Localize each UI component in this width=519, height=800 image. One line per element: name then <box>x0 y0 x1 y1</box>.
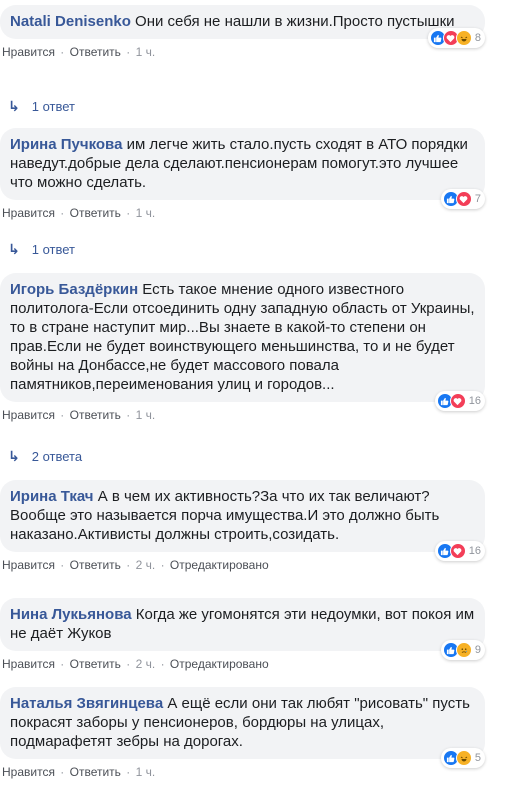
comment: Игорь Баздёркин Есть такое мнение одного… <box>0 273 505 422</box>
edited-label[interactable]: Отредактировано <box>170 657 269 671</box>
reply-link[interactable]: Ответить <box>70 45 121 59</box>
haha-reaction-icon <box>455 750 472 766</box>
reaction-count: 9 <box>474 643 481 656</box>
comment: Ирина Пучкова им легче жить стало.пусть … <box>0 128 505 220</box>
reply-link[interactable]: Ответить <box>70 765 121 779</box>
love-reaction-icon <box>449 393 466 409</box>
comment-bubble: Natali Denisenko Они себя не нашли в жиз… <box>0 5 485 48</box>
comment-timestamp[interactable]: 2 ч. <box>136 657 156 671</box>
comment-author[interactable]: Наталья Звягинцева <box>10 695 163 712</box>
comment-timestamp[interactable]: 1 ч. <box>136 765 156 779</box>
replies-count[interactable]: 1 ответ <box>32 242 75 257</box>
comment-timestamp[interactable]: 2 ч. <box>136 558 156 572</box>
like-link[interactable]: Нравится <box>2 45 55 59</box>
comment: Наталья Звягинцева А ещё если они так лю… <box>0 687 505 779</box>
comment-actions: Нравится · Ответить · 1 ч. <box>2 408 156 422</box>
comment-bubble: Нина Лукьянова Когда же угомонятся эти н… <box>0 598 485 660</box>
comment-actions: Нравится · Ответить · 1 ч. <box>2 765 156 779</box>
comment-actions: Нравится · Ответить · 2 ч. · Отредактиро… <box>2 558 269 572</box>
view-replies-link[interactable]: ↳ 1 ответ <box>8 241 75 258</box>
comment-bubble: Ирина Ткач А в чем их активность?За что … <box>0 480 485 561</box>
like-link[interactable]: Нравится <box>2 206 55 220</box>
sad-reaction-icon <box>455 642 472 658</box>
comment-author[interactable]: Игорь Баздёркин <box>10 281 138 298</box>
comment-bubble: Игорь Баздёркин Есть такое мнение одного… <box>0 273 485 411</box>
reaction-count: 5 <box>474 751 481 764</box>
comment-author[interactable]: Ирина Пучкова <box>10 136 122 153</box>
love-reaction-icon <box>455 191 472 207</box>
reaction-summary[interactable]: 9 <box>440 640 485 660</box>
comment-timestamp[interactable]: 1 ч. <box>136 408 156 422</box>
like-link[interactable]: Нравится <box>2 408 55 422</box>
edited-label[interactable]: Отредактировано <box>170 558 269 572</box>
comment: Natali Denisenko Они себя не нашли в жиз… <box>0 5 505 59</box>
reaction-count: 16 <box>468 544 481 557</box>
view-replies-link[interactable]: ↳ 2 ответа <box>8 448 82 465</box>
comment: Нина Лукьянова Когда же угомонятся эти н… <box>0 598 505 671</box>
like-link[interactable]: Нравится <box>2 657 55 671</box>
reaction-count: 16 <box>468 394 481 407</box>
like-link[interactable]: Нравится <box>2 558 55 572</box>
replies-count[interactable]: 1 ответ <box>32 99 75 114</box>
reaction-summary[interactable]: 7 <box>440 189 485 209</box>
like-link[interactable]: Нравится <box>2 765 55 779</box>
comment-bubble: Ирина Пучкова им легче жить стало.пусть … <box>0 128 485 209</box>
replies-count[interactable]: 2 ответа <box>32 449 82 464</box>
reaction-count: 8 <box>474 31 481 44</box>
comment-author[interactable]: Natali Denisenko <box>10 13 131 30</box>
reply-arrow-icon: ↳ <box>8 241 20 257</box>
reply-link[interactable]: Ответить <box>70 558 121 572</box>
reply-arrow-icon: ↳ <box>8 448 20 464</box>
reaction-summary[interactable]: 16 <box>434 391 485 411</box>
haha-reaction-icon <box>455 30 472 46</box>
comment-timestamp[interactable]: 1 ч. <box>136 45 156 59</box>
reaction-summary[interactable]: 16 <box>434 541 485 561</box>
comment-author[interactable]: Нина Лукьянова <box>10 606 132 623</box>
comment-actions: Нравится · Ответить · 1 ч. <box>2 206 156 220</box>
reply-link[interactable]: Ответить <box>70 206 121 220</box>
comment-author[interactable]: Ирина Ткач <box>10 488 94 505</box>
reaction-summary[interactable]: 8 <box>427 28 485 48</box>
comment-timestamp[interactable]: 1 ч. <box>136 206 156 220</box>
comment-bubble: Наталья Звягинцева А ещё если они так лю… <box>0 687 485 768</box>
reaction-summary[interactable]: 5 <box>440 748 485 768</box>
love-reaction-icon <box>449 543 466 559</box>
reaction-count: 7 <box>474 192 481 205</box>
comment-actions: Нравится · Ответить · 1 ч. <box>2 45 156 59</box>
comment-text: Они себя не нашли в жизни.Просто пустышк… <box>135 13 455 30</box>
reply-link[interactable]: Ответить <box>70 657 121 671</box>
comment-actions: Нравится · Ответить · 2 ч. · Отредактиро… <box>2 657 269 671</box>
reply-arrow-icon: ↳ <box>8 98 20 114</box>
view-replies-link[interactable]: ↳ 1 ответ <box>8 98 75 115</box>
comment: Ирина Ткач А в чем их активность?За что … <box>0 480 505 572</box>
reply-link[interactable]: Ответить <box>70 408 121 422</box>
